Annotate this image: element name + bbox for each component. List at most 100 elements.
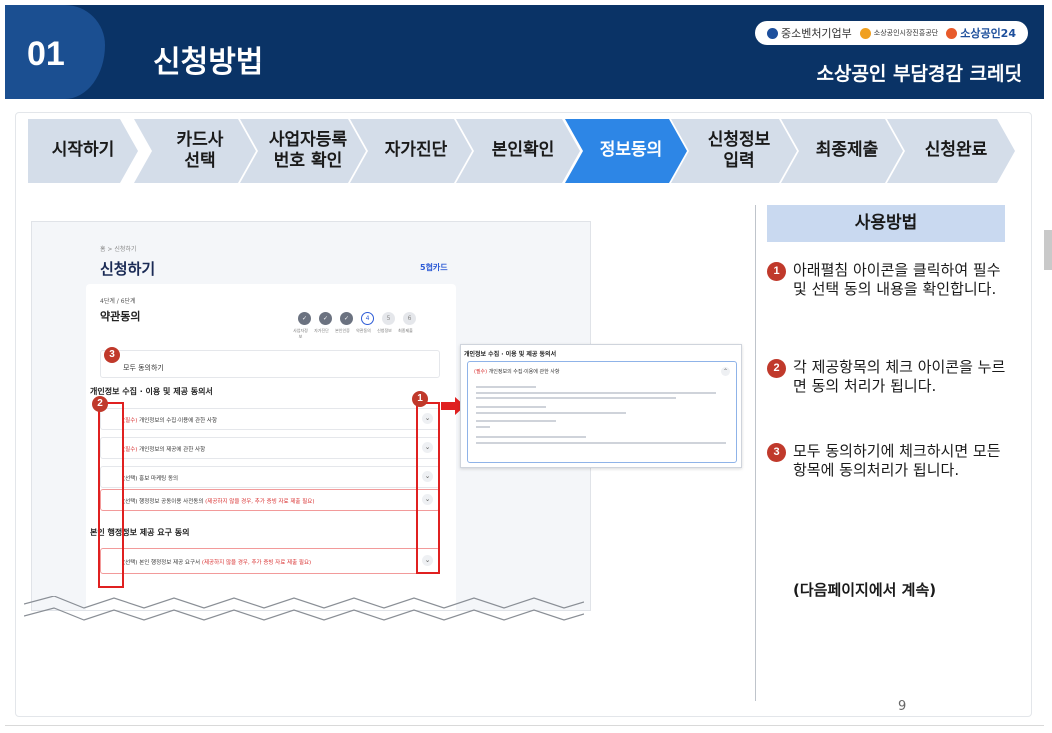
usage-step-text: 각 제공항목의 체크 아이콘을 누르면 동의 처리가 됩니다. <box>793 358 1006 395</box>
ministry-emblem-icon <box>766 27 778 39</box>
popup-text-line <box>476 436 586 438</box>
progress-check-icon: ✓ <box>298 312 311 325</box>
agency-emblem-icon <box>859 27 871 39</box>
portal-emblem-icon <box>946 27 958 39</box>
consent-tag: (선택) <box>123 476 138 482</box>
step-complete: 신청완료 <box>887 119 1015 183</box>
page-number: 9 <box>898 699 907 714</box>
consent-warning: (제공하지 않을 경우, 추가 증빙 자료 제출 필요) <box>205 499 315 505</box>
usage-step-2: 2 각 제공항목의 체크 아이콘을 누르면 동의 처리가 됩니다. <box>767 358 1013 396</box>
page-divider <box>5 725 1044 726</box>
popup-text-line <box>476 386 536 388</box>
progress-label: 약관동의 <box>356 328 371 333</box>
consent-card: 4단계 / 6단계 약관동의 ✓ ✓ ✓ 4 5 6 사업자정보 자가진단 본인… <box>86 284 456 610</box>
consent-label: 개인정보의 수집·이용에 관한 사항 <box>139 418 218 424</box>
mock-page-title: 신청하기 <box>100 260 156 278</box>
stage-indicator: 4단계 / 6단계 <box>100 298 136 305</box>
step-identity: 본인확인 <box>456 119 580 183</box>
step-number-badge: 2 <box>767 359 786 378</box>
progress-label: 본인인증 <box>335 328 350 333</box>
consent-section-heading: 개인정보 수집 · 이용 및 제공 동의서 <box>90 387 213 396</box>
usage-step-text: 모두 동의하기에 체크하시면 모든 항목에 동의처리가 됩니다. <box>793 442 1001 479</box>
progress-label: 최종제출 <box>398 328 413 333</box>
ministry-logo: 중소벤처기업부 <box>766 25 852 41</box>
popup-text-line <box>476 392 716 394</box>
step-self-diagnosis: 자가진단 <box>350 119 472 183</box>
torn-edge <box>24 596 584 621</box>
card-brand-logo: 5협카드 <box>420 263 448 272</box>
chevron-up-icon[interactable]: ⌃ <box>721 367 730 376</box>
marker-2: 2 <box>92 396 108 412</box>
consent-tag: (선택) <box>123 560 138 566</box>
popup-content: (필수) 개인정보의 수집·이용에 관한 사항 ⌃ <box>467 361 737 463</box>
progress-step: 5 <box>382 312 395 325</box>
popup-text-line <box>476 412 626 414</box>
consent-row[interactable]: (필수) 개인정보의 제공에 관한 사항 ⌄ <box>100 437 440 459</box>
step-start: 시작하기 <box>28 119 138 183</box>
popup-heading-text: 개인정보의 수집·이용에 관한 사항 <box>488 369 560 375</box>
consent-tag: (필수) <box>123 447 138 453</box>
program-title: 소상공인 부담경감 크레딧 <box>816 63 1022 85</box>
step-final-submit: 최종제출 <box>781 119 903 183</box>
agree-all-checkbox[interactable]: 모두 동의하기 <box>100 350 440 378</box>
portal-logo-text: 소상공인24 <box>960 27 1016 40</box>
marker-3: 3 <box>104 347 120 363</box>
usage-title: 사용방법 <box>767 205 1005 242</box>
consent-row[interactable]: (필수) 개인정보의 수집·이용에 관한 사항 ⌄ <box>100 408 440 430</box>
agency-logo-text: 소상공인시장진흥공단 <box>873 29 939 37</box>
progress-label: 자가진단 <box>314 328 329 333</box>
slide-header: 01 신청방법 중소벤처기업부 소상공인시장진흥공단 소상공인24 소상공인 부… <box>5 5 1044 99</box>
consent-row[interactable]: (선택) 행정정보 공동이용 사전동의 (제공하지 않을 경우, 추가 증빙 자… <box>100 489 440 511</box>
progress-current-step: 4 <box>361 312 374 325</box>
popup-text-line <box>476 397 676 399</box>
consent-title: 약관동의 <box>100 310 141 323</box>
section-title: 신청방법 <box>153 45 264 80</box>
consent-tag: (선택) <box>123 499 138 505</box>
step-info-consent: 정보동의 <box>565 119 687 183</box>
progress-step: 6 <box>403 312 416 325</box>
process-steps: 시작하기 카드사 선택 사업자등록 번호 확인 자가진단 본인확인 정보동의 신… <box>28 119 1018 183</box>
logo-strip: 중소벤처기업부 소상공인시장진흥공단 소상공인24 <box>754 21 1028 45</box>
consent-label: 개인정보의 제공에 관한 사항 <box>139 447 206 453</box>
usage-step-text: 아래펼침 아이콘을 클릭하여 필수 및 선택 동의 내용을 확인합니다. <box>793 261 1001 298</box>
progress-check-icon: ✓ <box>340 312 353 325</box>
agency-logo: 소상공인시장진흥공단 <box>859 27 939 39</box>
highlight-expand-column <box>416 402 440 574</box>
step-number-badge: 3 <box>767 443 786 462</box>
consent-row[interactable]: (선택) 홍보 마케팅 동의 ⌄ <box>100 466 440 488</box>
breadcrumb: 홈 > 신청하기 <box>100 246 137 253</box>
step-card-select: 카드사 선택 <box>134 119 256 183</box>
popup-text-line <box>476 442 726 444</box>
step-application-info: 신청정보 입력 <box>671 119 797 183</box>
consent-detail-popup: 개인정보 수집 · 이용 및 제공 동의서 (필수) 개인정보의 수집·이용에 … <box>460 344 742 468</box>
consent-label: 행정정보 공동이용 사전동의 <box>139 499 204 505</box>
continue-note: (다음페이지에서 계속) <box>793 581 937 599</box>
portal-logo: 소상공인24 <box>946 25 1016 41</box>
ministry-logo-text: 중소벤처기업부 <box>780 27 852 40</box>
popup-title: 개인정보 수집 · 이용 및 제공 동의서 <box>464 351 557 358</box>
progress-labels: 사업자정보 자가진단 본인인증 약관동의 신청정보 최종제출 <box>292 328 414 340</box>
progress-label: 사업자정보 <box>293 328 308 339</box>
progress-label: 신청정보 <box>377 328 392 333</box>
usage-step-3: 3 모두 동의하기에 체크하시면 모든 항목에 동의처리가 됩니다. <box>767 442 1013 480</box>
step-business-number: 사업자등록 번호 확인 <box>240 119 366 183</box>
step-number-badge: 1 <box>767 262 786 281</box>
popup-tag: (필수) <box>474 369 488 375</box>
consent-tag: (필수) <box>123 418 138 424</box>
popup-text-line <box>476 426 490 428</box>
usage-step-1: 1 아래펼침 아이콘을 클릭하여 필수 및 선택 동의 내용을 확인합니다. <box>767 261 1013 299</box>
popup-heading: (필수) 개인정보의 수집·이용에 관한 사항 <box>474 368 559 375</box>
progress-check-icon: ✓ <box>319 312 332 325</box>
vertical-divider <box>755 205 756 701</box>
progress-dots: ✓ ✓ ✓ 4 5 6 <box>298 312 416 325</box>
marker-1: 1 <box>412 391 428 407</box>
scrollbar-thumb[interactable] <box>1044 230 1052 270</box>
popup-text-line <box>476 406 546 408</box>
highlight-check-column <box>98 402 124 588</box>
popup-text-line <box>476 420 556 422</box>
consent-label: 홍보 마케팅 동의 <box>139 476 179 482</box>
consent-row[interactable]: (선택) 본인 행정정보 제공 요구서 (제공하지 않을 경우, 추가 증빙 자… <box>100 548 440 574</box>
consent-label: 본인 행정정보 제공 요구서 <box>139 560 201 566</box>
consent-warning: (제공하지 않을 경우, 추가 증빙 자료 제출 필요) <box>201 560 312 566</box>
section-number: 01 <box>27 35 65 73</box>
